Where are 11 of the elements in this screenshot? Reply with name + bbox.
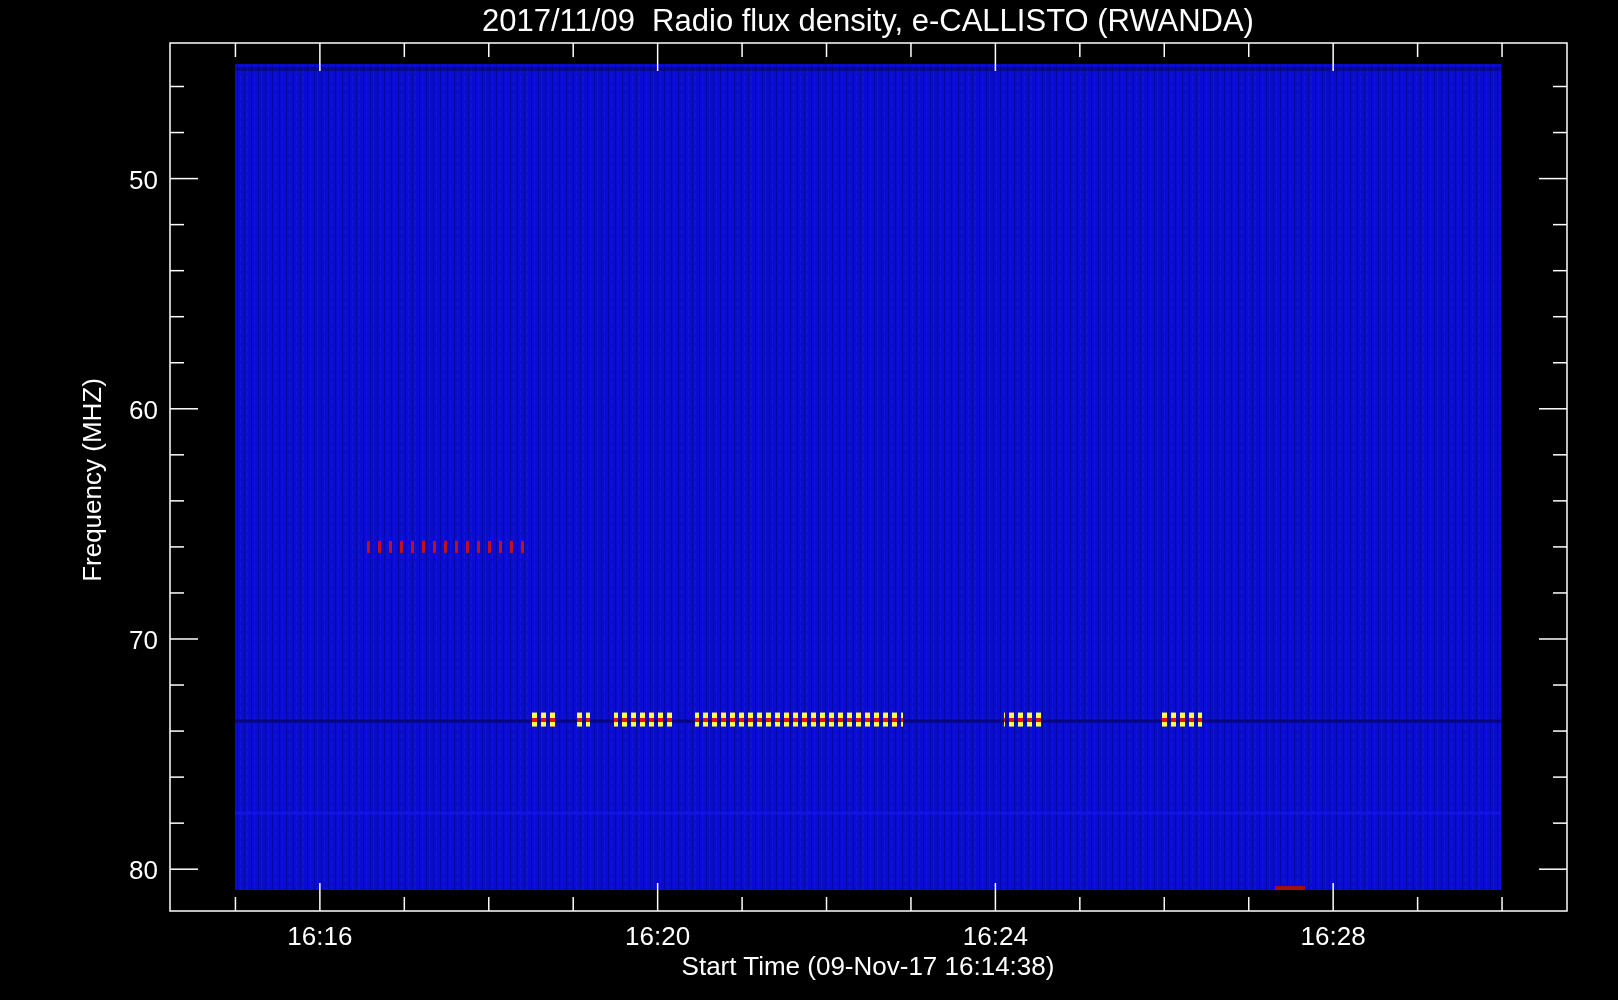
chart-title: 2017/11/09 Radio flux density, e-CALLISTO (RWANDA) (482, 3, 1254, 38)
tick-label: 16:20 (625, 921, 691, 951)
tick-label: 16:24 (962, 921, 1028, 951)
axis-title: Frequency (MHZ) (77, 378, 107, 582)
tick-label: 80 (129, 855, 158, 886)
tick-label: 16:16 (287, 921, 353, 951)
tick-label: 50 (129, 164, 158, 195)
tick-label: 60 (129, 394, 158, 425)
tick-label: 70 (129, 625, 158, 655)
axis-title: Start Time (09-Nov-17 16:14:38) (681, 951, 1055, 981)
tick-label: 16:28 (1300, 921, 1366, 951)
